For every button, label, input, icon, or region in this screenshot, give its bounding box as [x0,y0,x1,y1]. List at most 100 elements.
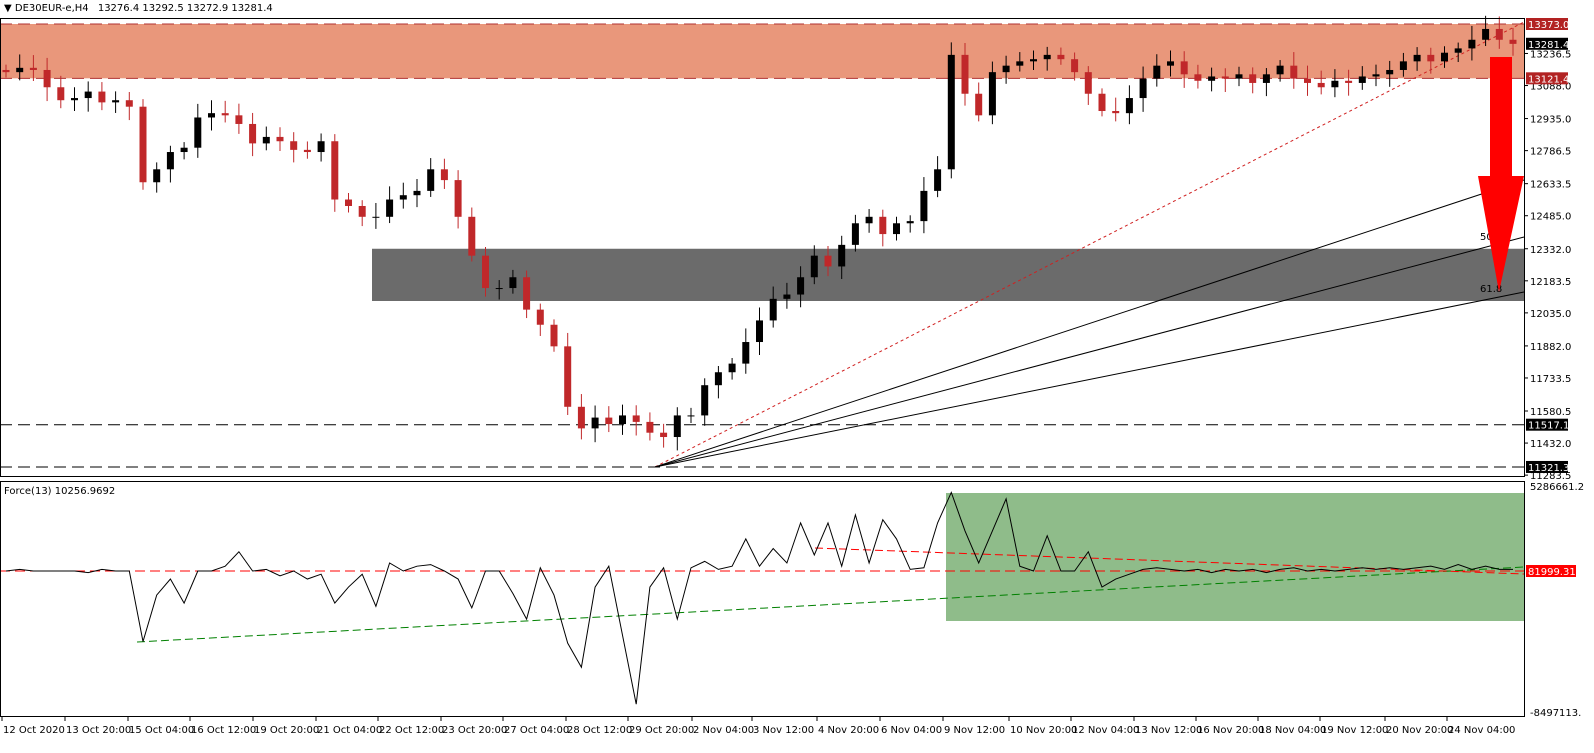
x-tick-label: 18 Nov 04:00 [1259,725,1326,736]
candle-body [1372,74,1380,77]
candle [262,126,270,151]
candle [166,145,174,183]
candle-body [1098,93,1106,112]
fib-fan-line [654,291,1525,468]
candle [975,82,983,122]
x-tick-label: 2 Nov 04:00 [693,725,754,736]
candle [865,209,873,233]
candle-body [523,277,531,310]
candle-body [57,87,65,101]
candle-body [1468,39,1476,49]
y-tick-label: 11733.5 [1530,374,1571,385]
candle-body [865,216,873,224]
y-tick-label: 12035.0 [1530,309,1571,320]
x-tick-label: 6 Nov 04:00 [881,725,942,736]
candle [290,132,298,163]
candle-body [1125,98,1133,114]
candle-body [564,346,572,407]
candle [660,423,668,448]
candle [303,141,311,159]
force-pane [0,491,1525,705]
x-tick-label: 27 Oct 04:00 [504,725,569,736]
candle-body [673,415,681,438]
candle [112,91,120,113]
candle-body [1180,61,1188,75]
candle [1112,97,1120,122]
candle [550,319,558,352]
candle-body [906,221,914,224]
candle-body [1030,59,1037,62]
candle-body [577,406,585,429]
candle [714,365,722,399]
candle [920,177,928,234]
candle [413,179,421,208]
candle-body [687,415,695,417]
candle [427,158,435,197]
candle-body [591,417,599,429]
candle-body [98,91,106,103]
candle-body [988,72,996,116]
candle-body [276,136,284,142]
x-tick-label: 22 Oct 12:00 [379,725,444,736]
candle-body [1016,61,1024,66]
price-pane-frame [0,18,1525,477]
y-tick-label: 11580.5 [1530,407,1571,418]
candle [632,405,640,436]
x-tick-label: 29 Oct 20:00 [629,725,694,736]
candle [235,103,243,134]
x-tick-label: 12 Nov 04:00 [1072,725,1139,736]
collapse-triangle-icon[interactable]: ▼ [4,3,12,14]
candle-body [208,113,215,118]
candle-body [1002,65,1010,73]
chart-canvas[interactable]: 5061.8 13236.513088.012935.012786.512633… [0,0,1594,753]
x-tick-label: 19 Oct 20:00 [254,725,319,736]
candle-body [660,432,668,438]
candle [851,214,859,252]
y-tick-label: 11882.0 [1530,342,1571,353]
candle-body [947,54,955,170]
candle-body [317,141,325,153]
candle-body [71,98,78,101]
price-tag-label: 11517.1 [1528,421,1569,432]
candle-body [619,415,626,425]
price-pane: 5061.8 [0,15,1525,468]
x-tick-label: 19 Nov 12:00 [1321,725,1388,736]
candle-body [29,67,37,70]
y-tick-label: 13236.5 [1530,49,1571,60]
candle-body [632,415,640,422]
candle-body [427,169,435,191]
candle-body [851,223,859,245]
candle [180,142,188,160]
candle [879,209,887,247]
candle-body [961,54,969,94]
candle-body [2,69,10,73]
candle-body [440,169,448,181]
candle-body [262,136,270,144]
candle-body [166,152,174,170]
candle-body [84,91,92,99]
support-zone [372,248,1524,301]
candle-body [797,277,805,295]
x-tick-label: 23 Oct 20:00 [442,725,507,736]
x-tick-label: 12 Oct 2020 [3,725,65,736]
candle-body [495,288,503,290]
candle [208,100,215,131]
candle-body [1290,65,1298,79]
candle [1098,88,1106,117]
candle-body [290,141,298,150]
candle-body [1441,52,1448,62]
x-tick-label: 10 Nov 20:00 [1010,725,1077,736]
axes: 13236.513088.012935.012786.512633.512485… [0,18,1584,736]
candle-body [783,294,791,299]
candle-body [125,100,133,107]
candle-body [1112,111,1120,114]
x-tick-label: 21 Oct 04:00 [317,725,382,736]
x-tick-label: 9 Nov 12:00 [944,725,1005,736]
candle-body [235,115,243,124]
candle [194,103,202,158]
candle [454,170,462,229]
y-tick-label: 12183.5 [1530,277,1571,288]
candle-body [112,100,120,103]
candle-body [1153,65,1161,79]
candle-body [920,190,928,222]
